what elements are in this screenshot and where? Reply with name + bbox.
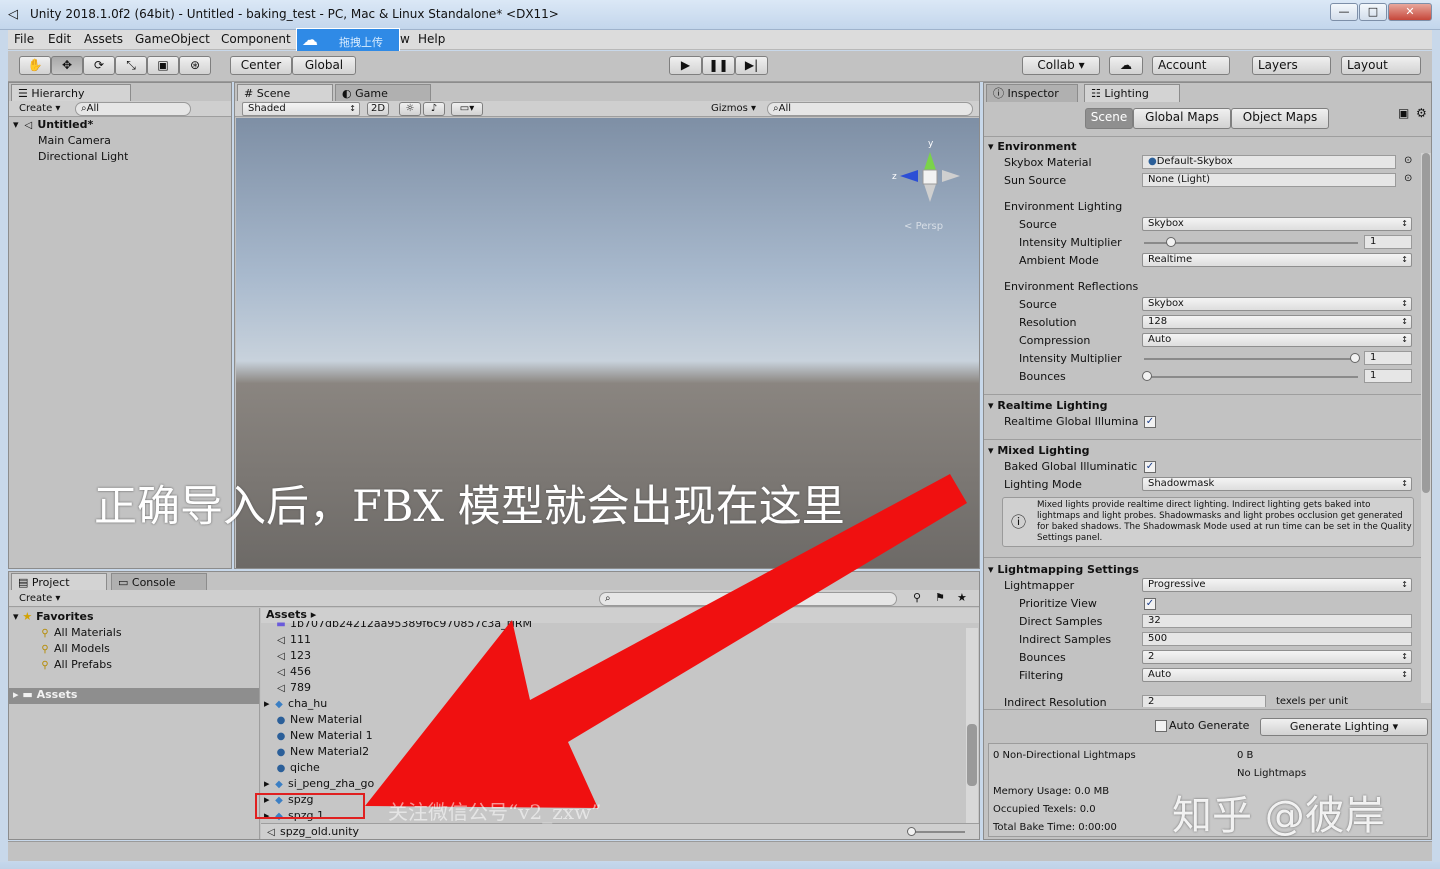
red-arrow-annotation xyxy=(255,474,967,819)
zhihu-watermark: 知乎 @彼岸 xyxy=(1172,793,1385,839)
watermark-text: 关注微信公号“v2_zxw” xyxy=(388,800,602,824)
highlight-box xyxy=(255,793,365,819)
arrow-shape xyxy=(365,474,967,808)
